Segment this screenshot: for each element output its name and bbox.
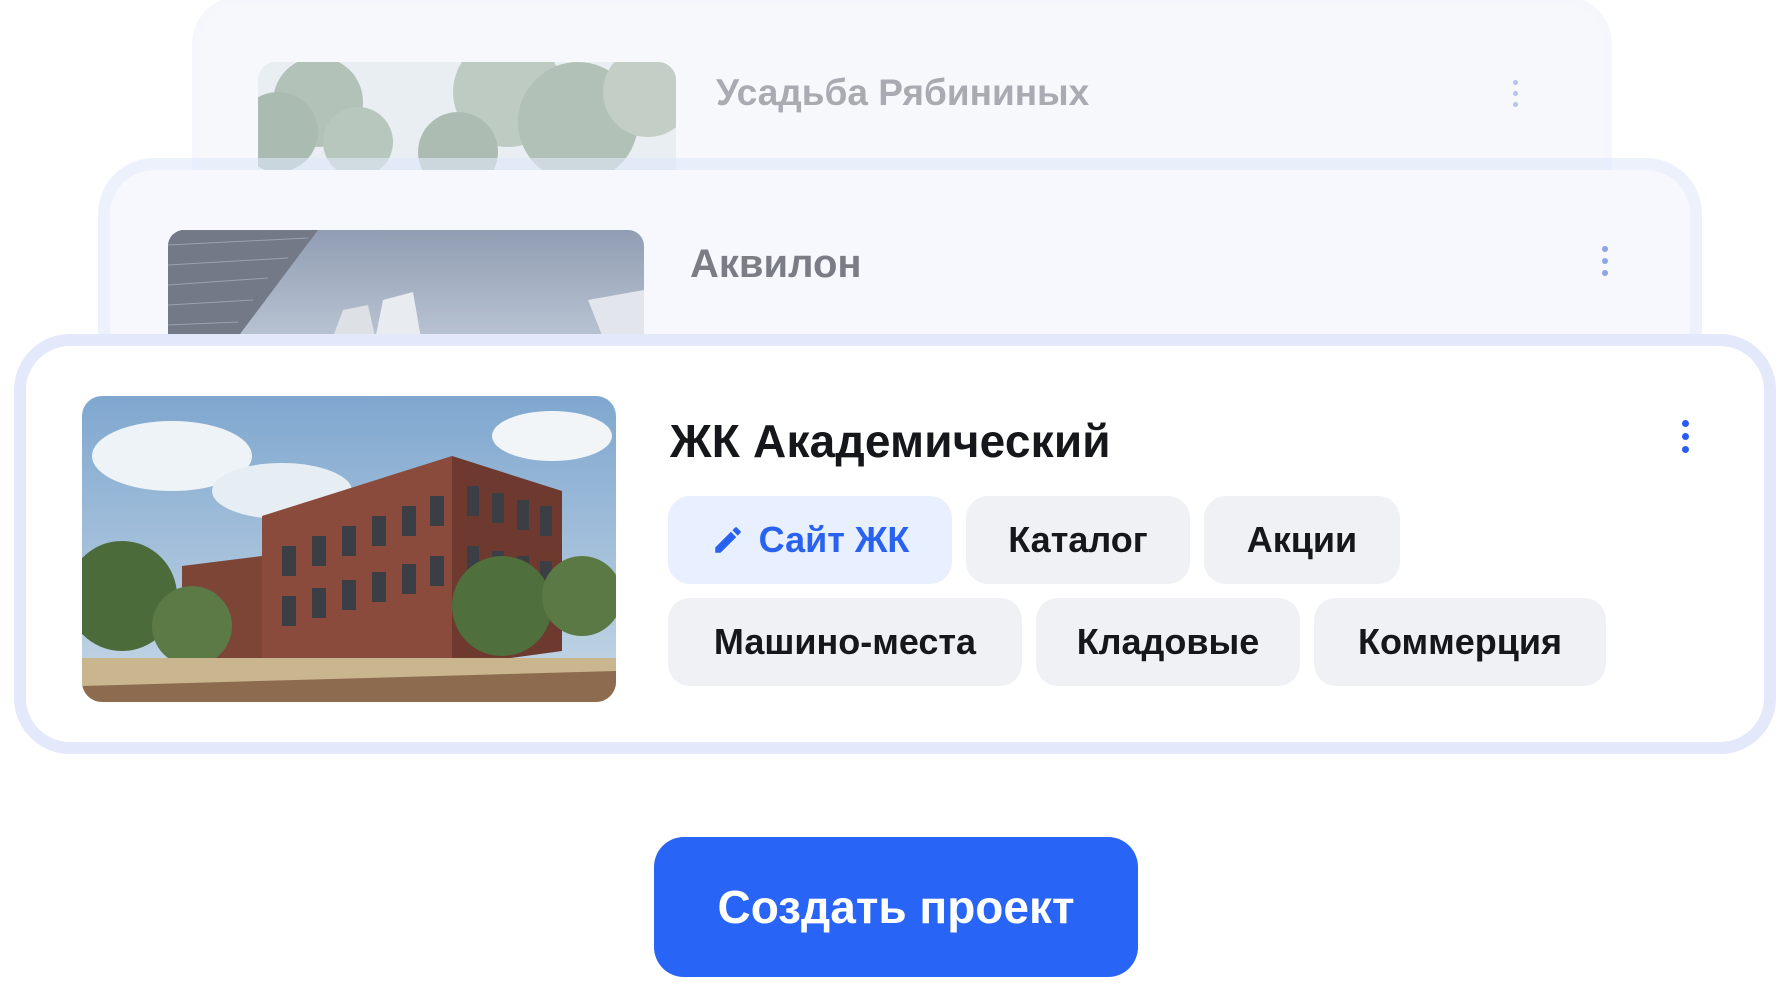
chip-label: Каталог	[1008, 519, 1148, 560]
more-options-icon[interactable]	[1508, 80, 1522, 107]
project-card-akademicheskiy[interactable]: ЖК Академический Сайт ЖК Каталог Акции М…	[14, 334, 1776, 754]
projects-stage: Усадьба Рябининых Аквилон ЖК Академическ…	[0, 0, 1792, 984]
chip-parking[interactable]: Машино-места	[668, 598, 1022, 686]
chip-promotions[interactable]: Акции	[1204, 496, 1400, 584]
more-options-icon[interactable]	[1678, 420, 1692, 453]
project-thumbnail	[168, 230, 644, 350]
chip-label: Машино-места	[713, 621, 977, 662]
chip-site[interactable]: Сайт ЖК	[668, 496, 952, 584]
chip-catalog[interactable]: Каталог	[966, 496, 1190, 584]
chip-commercial[interactable]: Коммерция	[1314, 598, 1606, 686]
project-photo	[82, 396, 616, 702]
chip-label: Кладовые	[1076, 621, 1260, 662]
brick-building-photo-icon	[82, 396, 616, 702]
chip-storage[interactable]: Кладовые	[1036, 598, 1300, 686]
more-options-icon[interactable]	[1598, 246, 1612, 276]
project-title: Аквилон	[690, 242, 862, 286]
chip-label: Акции	[1246, 519, 1358, 560]
project-title: Усадьба Рябининых	[716, 72, 1090, 113]
project-title: ЖК Академический	[670, 415, 1111, 467]
pencil-icon	[711, 523, 745, 557]
chip-label: Коммерция	[1357, 621, 1563, 662]
chip-label: Сайт ЖК	[758, 519, 910, 560]
skyscrapers-photo-icon	[168, 230, 644, 350]
create-project-button[interactable]: Создать проект	[654, 837, 1138, 977]
